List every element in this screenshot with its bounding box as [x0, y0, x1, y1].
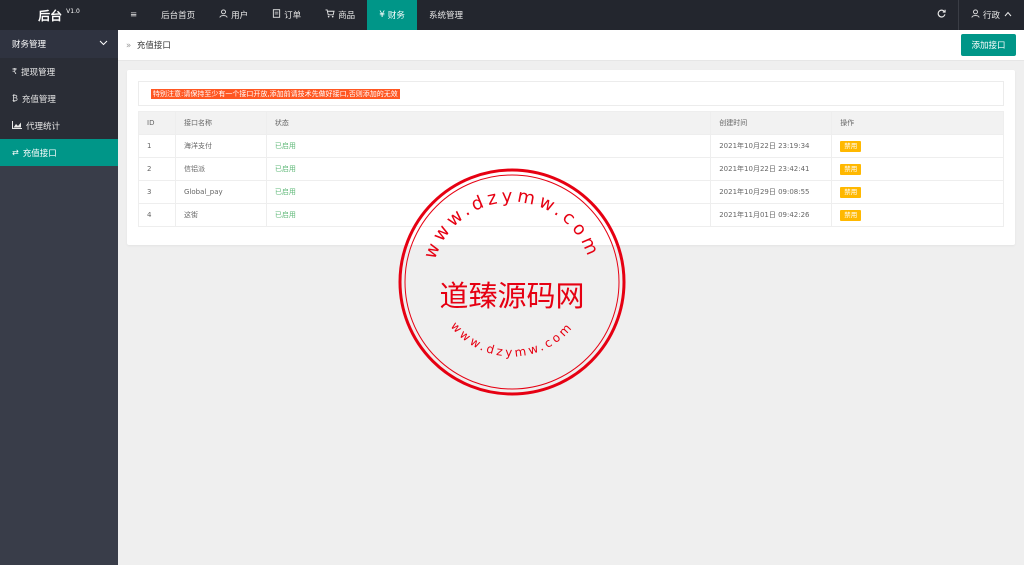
cell-time: 2021年10月22日 23:19:34	[710, 134, 833, 158]
menu-toggle-button[interactable]: ≡	[118, 0, 149, 30]
sidebar-group-label: 财务管理	[12, 40, 47, 50]
breadcrumb-label[interactable]: 充值接口	[137, 41, 171, 51]
breadcrumb: » 充值接口	[126, 39, 171, 51]
top-nav: ≡ 后台首页 用户 订单 商品 ¥ 财务 系统管理	[118, 0, 475, 30]
cell-status: 已启用	[265, 134, 712, 158]
sidebar-item-label: 充值管理	[21, 94, 56, 105]
notice-box: 特别注意:请保持至少有一个接口开放,添加前请技术先做好接口,否则添加的无效	[138, 81, 1004, 106]
cell-time: 2021年10月22日 23:42:41	[710, 157, 833, 181]
nav-item-label: 订单	[284, 11, 302, 21]
sidebar-item-withdraw[interactable]: ₹ 提现管理	[0, 58, 118, 85]
disable-button[interactable]: 禁用	[840, 163, 862, 175]
nav-item-label: 后台首页	[161, 11, 196, 21]
menu-icon: ≡	[130, 10, 138, 20]
column-header: 状态	[265, 111, 712, 135]
user-menu[interactable]: 行政	[959, 0, 1024, 30]
chart-icon	[12, 120, 22, 131]
cell-action: 禁用	[831, 134, 1004, 158]
sidebar-item-recharge-api[interactable]: ⇄ 充值接口	[0, 139, 118, 166]
nav-item-label: 用户	[231, 11, 249, 21]
nav-item-label: 财务	[387, 11, 405, 21]
watermark-ring-bottom: www.dzymw.com	[448, 319, 576, 360]
watermark-center: 道臻源码网	[439, 279, 584, 313]
cell-id: 4	[138, 203, 176, 227]
double-chevron-icon: »	[126, 41, 132, 51]
nav-item-home[interactable]: 后台首页	[149, 0, 207, 30]
cell-time: 2021年11月01日 09:42:26	[710, 203, 833, 227]
content-card: 特别注意:请保持至少有一个接口开放,添加前请技术先做好接口,否则添加的无效 ID…	[127, 70, 1015, 245]
cell-name: 信铝派	[174, 157, 267, 181]
column-header: 创建时间	[710, 111, 833, 135]
cell-status: 已启用	[265, 157, 712, 181]
chevron-up-icon	[1004, 10, 1012, 20]
exchange-icon: ⇄	[12, 148, 19, 157]
nav-item-users[interactable]: 用户	[207, 0, 260, 30]
nav-item-system[interactable]: 系统管理	[417, 0, 475, 30]
table-row: 1 海洋支付 已启用 2021年10月22日 23:19:34 禁用	[138, 134, 1004, 158]
user-icon	[971, 9, 980, 21]
chevron-down-icon	[99, 39, 108, 49]
nav-item-finance[interactable]: ¥ 财务	[367, 0, 417, 30]
disable-button[interactable]: 禁用	[840, 186, 862, 198]
column-header: 操作	[831, 111, 1004, 135]
nav-item-products[interactable]: 商品	[313, 0, 367, 30]
api-table: ID 接口名称 状态 创建时间 操作 1 海洋支付 已启用 2021年10月22…	[138, 111, 1004, 227]
disable-button[interactable]: 禁用	[840, 140, 862, 152]
logo-name: 后台	[38, 8, 63, 23]
cell-action: 禁用	[831, 157, 1004, 181]
sidebar-item-agent-stats[interactable]: 代理统计	[0, 112, 118, 139]
sidebar-item-label: 代理统计	[26, 121, 61, 132]
sidebar-item-label: 提现管理	[21, 67, 56, 78]
cell-name: 这街	[174, 203, 267, 227]
nav-item-label: 系统管理	[428, 11, 463, 21]
cell-time: 2021年10月29日 09:08:55	[710, 180, 833, 204]
refresh-button[interactable]	[925, 0, 958, 30]
cell-action: 禁用	[831, 180, 1004, 204]
disable-button[interactable]: 禁用	[840, 209, 862, 221]
cell-id: 3	[138, 180, 176, 204]
logo[interactable]: 后台 V1.0	[0, 0, 118, 30]
top-right-tools: 行政	[925, 0, 1024, 30]
logo-version: V1.0	[66, 7, 80, 15]
breadcrumb-bar: » 充值接口 添加接口	[118, 30, 1024, 61]
sidebar: 财务管理 ₹ 提现管理 ₿ 充值管理 代理统计 ⇄ 充值接口	[0, 30, 118, 565]
top-header: 后台 V1.0 ≡ 后台首页 用户 订单 商品 ¥ 财务 系统管理 行政	[0, 0, 1024, 30]
yen-icon: ¥	[379, 10, 385, 20]
cell-id: 1	[138, 134, 176, 158]
table-row: 4 这街 已启用 2021年11月01日 09:42:26 禁用	[138, 203, 1004, 227]
refresh-icon	[937, 9, 946, 21]
cell-status: 已启用	[265, 203, 712, 227]
cell-action: 禁用	[831, 203, 1004, 227]
cart-icon	[325, 9, 335, 21]
nav-item-label: 商品	[338, 11, 356, 21]
sidebar-item-recharge[interactable]: ₿ 充值管理	[0, 85, 118, 112]
sidebar-item-label: 充值接口	[22, 148, 57, 159]
table-header-row: ID 接口名称 状态 创建时间 操作	[138, 111, 1004, 135]
sidebar-group-finance[interactable]: 财务管理	[0, 30, 118, 58]
cell-id: 2	[138, 157, 176, 181]
add-api-button[interactable]: 添加接口	[961, 34, 1016, 56]
nav-item-orders[interactable]: 订单	[260, 0, 313, 30]
cell-name: 海洋支付	[174, 134, 267, 158]
user-name: 行政	[982, 11, 1000, 21]
user-icon	[219, 9, 228, 21]
table-row: 2 信铝派 已启用 2021年10月22日 23:42:41 禁用	[138, 157, 1004, 181]
bitcoin-icon: ₿	[12, 94, 18, 103]
column-header: 接口名称	[174, 111, 267, 135]
column-header: ID	[138, 111, 176, 135]
cell-status: 已启用	[265, 180, 712, 204]
notice-text: 特别注意:请保持至少有一个接口开放,添加前请技术先做好接口,否则添加的无效	[151, 89, 400, 99]
table-row: 3 Global_pay 已启用 2021年10月29日 09:08:55 禁用	[138, 180, 1004, 204]
cell-name: Global_pay	[174, 180, 267, 204]
document-icon	[272, 9, 281, 21]
rupee-icon: ₹	[12, 67, 18, 76]
